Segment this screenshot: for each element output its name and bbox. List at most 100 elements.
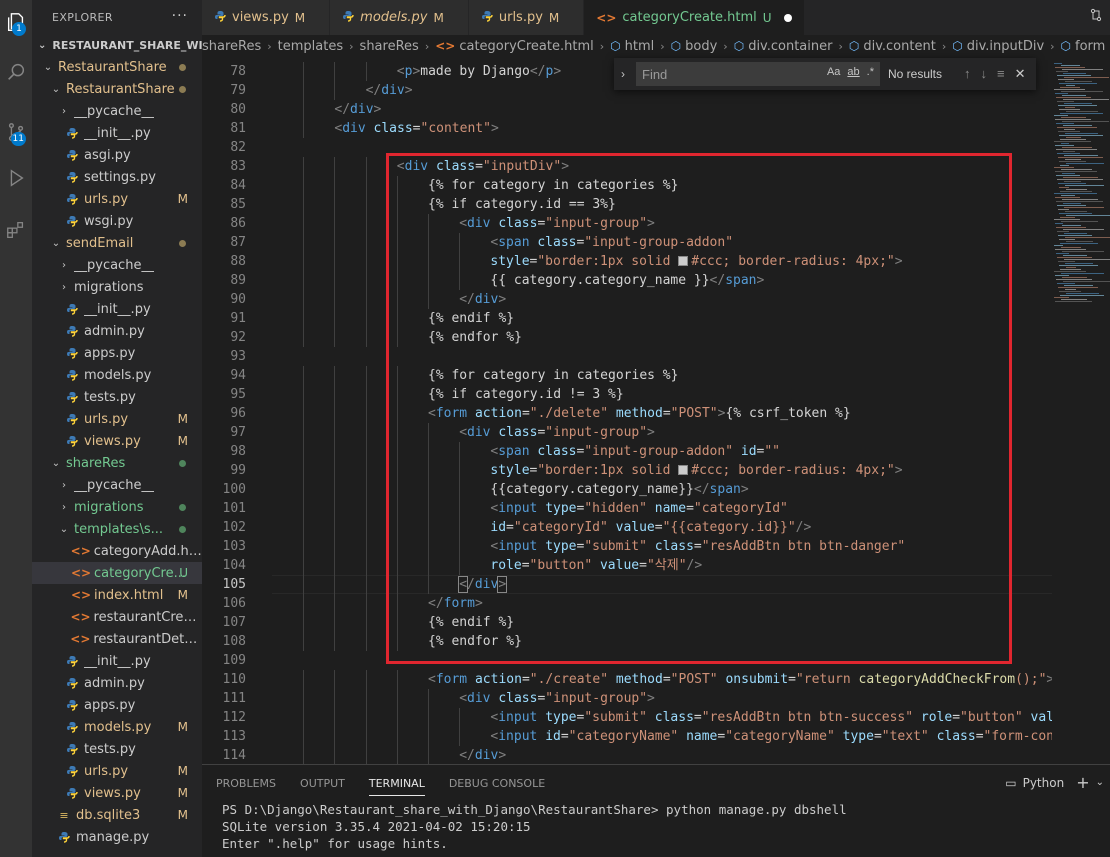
tab-models-py[interactable]: models.py M	[330, 0, 469, 35]
minimap[interactable]	[1052, 57, 1110, 764]
tree-item[interactable]: <>restaurantCreate...	[32, 606, 202, 628]
code-line[interactable]: <input id="categoryName" name="categoryN…	[490, 727, 1052, 746]
find-widget: › Find Aa ab .* No results ↑ ↓ ≡ ✕	[614, 58, 1036, 90]
next-match-icon[interactable]: ↓	[981, 66, 988, 82]
tree-item[interactable]: ⌄ shareRes	[32, 452, 202, 474]
breadcrumb-item[interactable]: ⬡ body	[671, 39, 718, 54]
tree-item[interactable]: views.py M	[32, 430, 202, 452]
search-icon[interactable]	[0, 52, 32, 92]
tree-item-label: db.sqlite3	[76, 807, 141, 823]
breadcrumb-item[interactable]: shareRes	[360, 39, 419, 54]
minimap-line	[1054, 219, 1080, 220]
tree-item[interactable]: <> categoryAdd.html	[32, 540, 202, 562]
chevron-down-icon: ⌄	[51, 457, 61, 469]
tree-item[interactable]: views.py M	[32, 782, 202, 804]
tree-item[interactable]: __init__.py	[32, 298, 202, 320]
unsaved-dot-icon[interactable]	[783, 13, 792, 22]
source-control-icon[interactable]: 11	[0, 112, 32, 152]
tree-item[interactable]: ⌄ RestaurantShare	[32, 78, 202, 100]
panel-tab-problems[interactable]: PROBLEMS	[216, 777, 276, 790]
find-input[interactable]: Find Aa ab .*	[636, 62, 880, 86]
tree-item[interactable]: wsgi.py	[32, 210, 202, 232]
terminal-output[interactable]: PS D:\Django\Restaurant_share_with_Djang…	[202, 801, 1110, 852]
tree-item[interactable]: admin.py	[32, 672, 202, 694]
tree-item[interactable]: urls.py M	[32, 408, 202, 430]
tab-categoryCreate-html[interactable]: <> categoryCreate.html U	[584, 0, 805, 35]
tree-item[interactable]: tests.py	[32, 738, 202, 760]
compare-changes-icon[interactable]	[1088, 7, 1104, 28]
new-terminal-icon[interactable]: +	[1076, 773, 1089, 792]
breadcrumb-item[interactable]: ⬡ div.inputDiv	[952, 39, 1044, 54]
chevron-down-icon[interactable]: ⌄	[1096, 777, 1104, 788]
panel-tab-debug-console[interactable]: DEBUG CONSOLE	[449, 777, 545, 790]
code-line[interactable]: <input type="submit" class="resAddBtn bt…	[490, 708, 1052, 727]
indent-guide	[303, 632, 305, 651]
breadcrumb-item[interactable]: ⬡ div.content	[849, 39, 936, 54]
tree-item[interactable]: › migrations	[32, 276, 202, 298]
extensions-icon[interactable]	[0, 210, 32, 250]
code-line[interactable]: <div class="input-group">	[459, 689, 655, 708]
whole-word-icon[interactable]: ab	[847, 66, 859, 78]
tree-item[interactable]: asgi.py	[32, 144, 202, 166]
tree-item[interactable]: › migrations	[32, 496, 202, 518]
run-debug-icon[interactable]	[0, 158, 32, 198]
tree-item[interactable]: urls.py M	[32, 760, 202, 782]
more-actions-icon[interactable]: ···	[172, 8, 188, 24]
match-case-icon[interactable]: Aa	[827, 66, 840, 78]
panel-tab-output[interactable]: OUTPUT	[300, 777, 345, 790]
tree-item[interactable]: models.py M	[32, 716, 202, 738]
tree-item[interactable]: › __pycache__	[32, 100, 202, 122]
code-line[interactable]: <div class="content">	[334, 119, 498, 138]
tree-item[interactable]: apps.py	[32, 342, 202, 364]
minimap-line	[1055, 119, 1091, 120]
tree-item[interactable]: ⌄ sendEmail	[32, 232, 202, 254]
code-line[interactable]: </div>	[366, 81, 413, 100]
code-line[interactable]: <p>made by Django</p>	[397, 62, 561, 81]
breadcrumb-item[interactable]: templates	[278, 39, 343, 54]
close-icon[interactable]: ✕	[1015, 66, 1026, 82]
indent-guide	[365, 746, 367, 764]
tree-item[interactable]: <> categoryCre... U	[32, 562, 202, 584]
tree-item-label: __pycache__	[74, 257, 155, 273]
code-line[interactable]: </div>	[459, 746, 506, 764]
code-line[interactable]: <form action="./create" method="POST" on…	[428, 670, 1052, 689]
indent-guide	[303, 499, 305, 518]
breadcrumb-item[interactable]: ⬡ html	[610, 39, 654, 54]
regex-icon[interactable]: .*	[867, 66, 874, 78]
find-in-selection-icon[interactable]: ≡	[997, 66, 1005, 82]
indent-guide	[303, 613, 305, 632]
indent-guide	[365, 727, 367, 746]
breadcrumb-item[interactable]: <> categoryCreate.html	[435, 39, 594, 54]
tree-item[interactable]: manage.py	[32, 826, 202, 848]
tree-item[interactable]: ⌄ templates\s...	[32, 518, 202, 540]
tree-item[interactable]: urls.py M	[32, 188, 202, 210]
tab-views-py[interactable]: views.py M	[202, 0, 331, 35]
breadcrumb-item[interactable]: shareRes	[202, 39, 261, 54]
tree-item[interactable]: ⌄ RestaurantShare	[32, 56, 202, 78]
terminal-shell-label[interactable]: Python	[1023, 776, 1065, 790]
tree-item[interactable]: __init__.py	[32, 122, 202, 144]
tab-urls-py[interactable]: urls.py M	[468, 0, 585, 35]
breadcrumb-item[interactable]: ⬡ div.container	[734, 39, 833, 54]
tree-item[interactable]: <> index.html M	[32, 584, 202, 606]
tree-item[interactable]: settings.py	[32, 166, 202, 188]
tree-item[interactable]: admin.py	[32, 320, 202, 342]
explorer-icon[interactable]: 1	[0, 2, 32, 42]
tree-item[interactable]: <>restaurantDetail.h...	[32, 628, 202, 650]
tree-item[interactable]: apps.py	[32, 694, 202, 716]
panel-tab-terminal[interactable]: TERMINAL	[368, 777, 425, 796]
tree-item[interactable]: models.py	[32, 364, 202, 386]
tree-item[interactable]: tests.py	[32, 386, 202, 408]
workspace-root[interactable]: ⌄ RESTAURANT_SHARE_WIT...	[32, 34, 202, 56]
toggle-replace-icon[interactable]: ›	[614, 67, 632, 81]
tree-item[interactable]: __init__.py	[32, 650, 202, 672]
previous-match-icon[interactable]: ↑	[964, 66, 971, 82]
python-file-icon	[66, 303, 78, 315]
breadcrumb-item[interactable]: ⬡ form	[1061, 39, 1106, 54]
indent-guide	[396, 670, 398, 689]
minimap-line	[1058, 131, 1080, 132]
tree-item[interactable]: › __pycache__	[32, 474, 202, 496]
tree-item[interactable]: › __pycache__	[32, 254, 202, 276]
code-line[interactable]: </div>	[334, 100, 381, 119]
tree-item[interactable]: ≡ db.sqlite3 M	[32, 804, 202, 826]
